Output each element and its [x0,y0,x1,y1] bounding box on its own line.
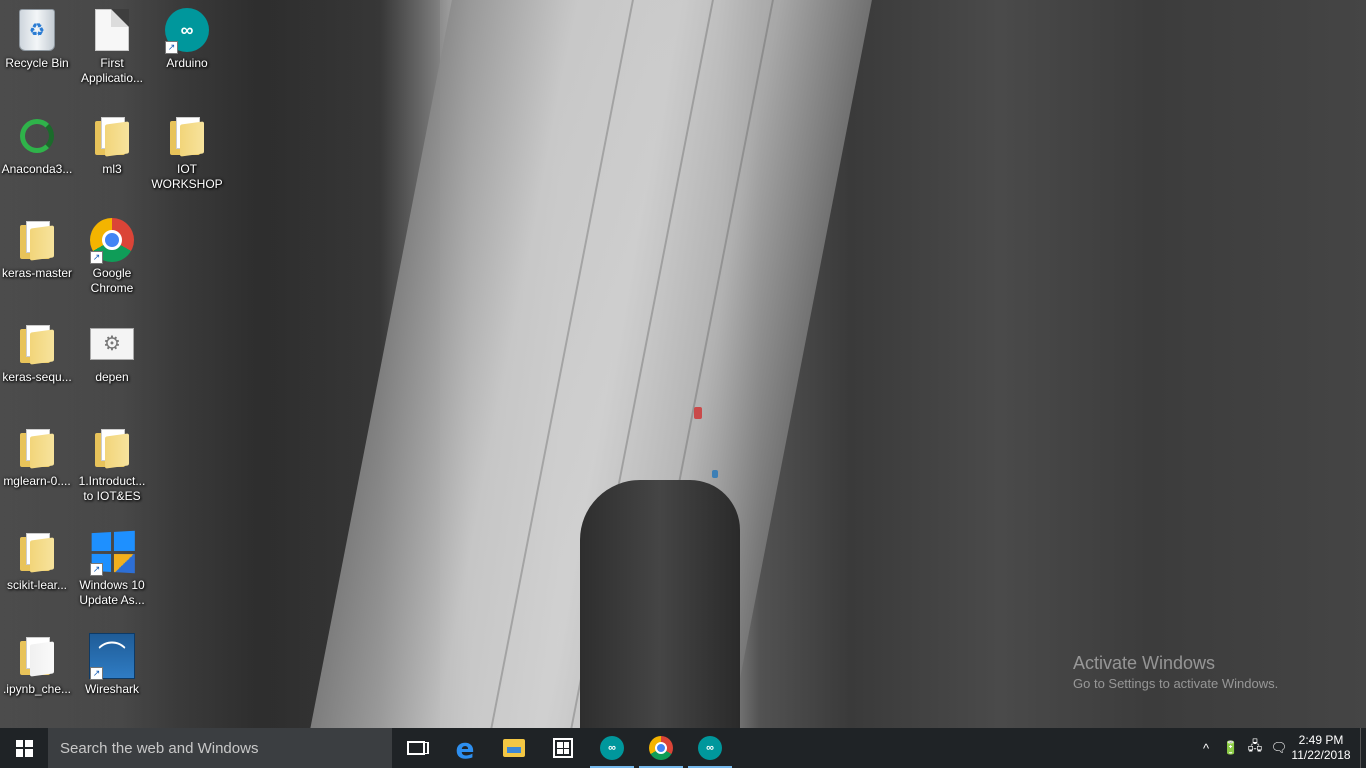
desktop-icon-first-application[interactable]: First Applicatio... [75,6,149,106]
desktop-icon-label: Windows 10 Update As... [79,578,145,607]
desktop-icon-scikit-learn[interactable]: scikit-lear... [0,528,74,628]
activation-subtitle: Go to Settings to activate Windows. [1073,676,1279,691]
desktop-icon-label: Recycle Bin [5,56,69,70]
folder-icon [95,429,129,469]
folder-icon [20,637,54,677]
desktop-icon-recycle-bin[interactable]: ♻ Recycle Bin [0,6,74,106]
recycle-bin-icon: ♻ [19,9,55,51]
taskbar-chrome-button[interactable] [637,728,685,768]
desktop-icon-label: mglearn-0.... [3,474,71,488]
anaconda-icon [20,119,54,153]
desktop-icon-label: depen [95,370,129,384]
edge-icon: e [455,731,475,765]
wallpaper-rock-pillar [580,480,740,728]
clock-date: 11/22/2018 [1291,748,1351,762]
desktop-icon-google-chrome[interactable]: ↗ Google Chrome [75,216,149,316]
taskbar-arduino-button-2[interactable]: ∞ [686,728,734,768]
windows-logo-icon [15,739,33,757]
folder-icon [20,221,54,261]
desktop-wallpaper[interactable]: ♻ Recycle Bin Anaconda3... keras-master … [0,0,1366,728]
store-icon [553,738,573,758]
clock-time: 2:49 PM [1298,733,1344,747]
activation-title: Activate Windows [1073,653,1216,673]
taskbar-store-button[interactable] [539,728,587,768]
folder-icon [20,325,54,365]
settings-file-icon: ⚙ [90,328,134,360]
desktop-icon-label: .ipynb_che... [2,682,72,696]
desktop-icon-iot-workshop[interactable]: IOT WORKSHOP [150,112,224,212]
desktop-icon-keras-sequ[interactable]: keras-sequ... [0,320,74,420]
desktop-icon-label: 1.Introduct... to IOT&ES [78,474,146,503]
desktop-icon-ipynb-checkpoints[interactable]: .ipynb_che... [0,632,74,728]
chevron-up-icon: ^ [1202,740,1210,756]
tray-network-button[interactable]: 🖧 [1244,728,1266,768]
desktop-icon-arduino[interactable]: ∞ ↗ Arduino [150,6,224,106]
shortcut-arrow-icon: ↗ [90,563,103,576]
desktop-icon-intro-iot[interactable]: 1.Introduct... to IOT&ES [75,424,149,524]
desktop-icon-label: Arduino [166,56,208,70]
desktop-icon-label: Wireshark [84,682,139,696]
activation-watermark: Activate Windows Go to Settings to activ… [1073,652,1278,694]
notification-icon: 🗨 [1270,740,1288,755]
tray-notifications-button[interactable]: 🗨 [1268,728,1290,768]
show-desktop-button[interactable] [1360,728,1366,768]
desktop-icon-anaconda[interactable]: Anaconda3... [0,112,74,212]
arduino-icon: ∞ [600,736,624,760]
taskbar-edge-button[interactable]: e [441,728,489,768]
network-icon: 🖧 [1247,738,1263,753]
folder-icon [503,739,525,757]
battery-icon: 🔋 [1222,740,1240,755]
desktop-icon-windows-update[interactable]: ↗ Windows 10 Update As... [75,528,149,628]
wallpaper-climber-belayer [712,470,718,478]
folder-icon [20,429,54,469]
shortcut-arrow-icon: ↗ [165,41,178,54]
arduino-icon: ∞ [698,736,722,760]
desktop-icon-label: Google Chrome [90,266,134,295]
shortcut-arrow-icon: ↗ [90,667,103,680]
taskbar-arduino-button[interactable]: ∞ [588,728,636,768]
desktop-icon-keras-master[interactable]: keras-master [0,216,74,316]
desktop-icon-label: Anaconda3... [1,162,73,176]
wallpaper-climber [694,407,702,419]
desktop-icon-label: First Applicatio... [80,56,144,85]
desktop-icon-depen[interactable]: ⚙ depen [75,320,149,420]
desktop-icon-label: ml3 [102,162,122,176]
shortcut-arrow-icon: ↗ [90,251,103,264]
taskbar: Search the web and Windows e ∞ ∞ ^ 🔋 🖧 🗨… [0,728,1366,768]
search-placeholder: Search the web and Windows [60,739,259,757]
desktop-icon-label: keras-sequ... [2,370,72,384]
document-icon [95,9,129,51]
taskbar-file-explorer-button[interactable] [490,728,538,768]
desktop-icon-mglearn[interactable]: mglearn-0.... [0,424,74,524]
task-view-button[interactable] [392,728,440,768]
tray-overflow-button[interactable]: ^ [1196,728,1216,768]
taskbar-clock[interactable]: 2:49 PM 11/22/2018 [1290,728,1352,768]
desktop-icon-ml3[interactable]: ml3 [75,112,149,212]
folder-icon [95,117,129,157]
desktop-icon-label: keras-master [1,266,72,280]
desktop-icon-label: IOT WORKSHOP [151,162,223,191]
desktop-icon-label: scikit-lear... [6,578,67,592]
task-view-icon [407,741,425,755]
chrome-icon [649,736,673,760]
desktop-icon-wireshark[interactable]: ⌒ ↗ Wireshark [75,632,149,728]
tray-battery-button[interactable]: 🔋 [1220,728,1242,768]
folder-icon [20,533,54,573]
search-input[interactable]: Search the web and Windows [48,728,392,768]
folder-icon [170,117,204,157]
start-button[interactable] [0,728,48,768]
